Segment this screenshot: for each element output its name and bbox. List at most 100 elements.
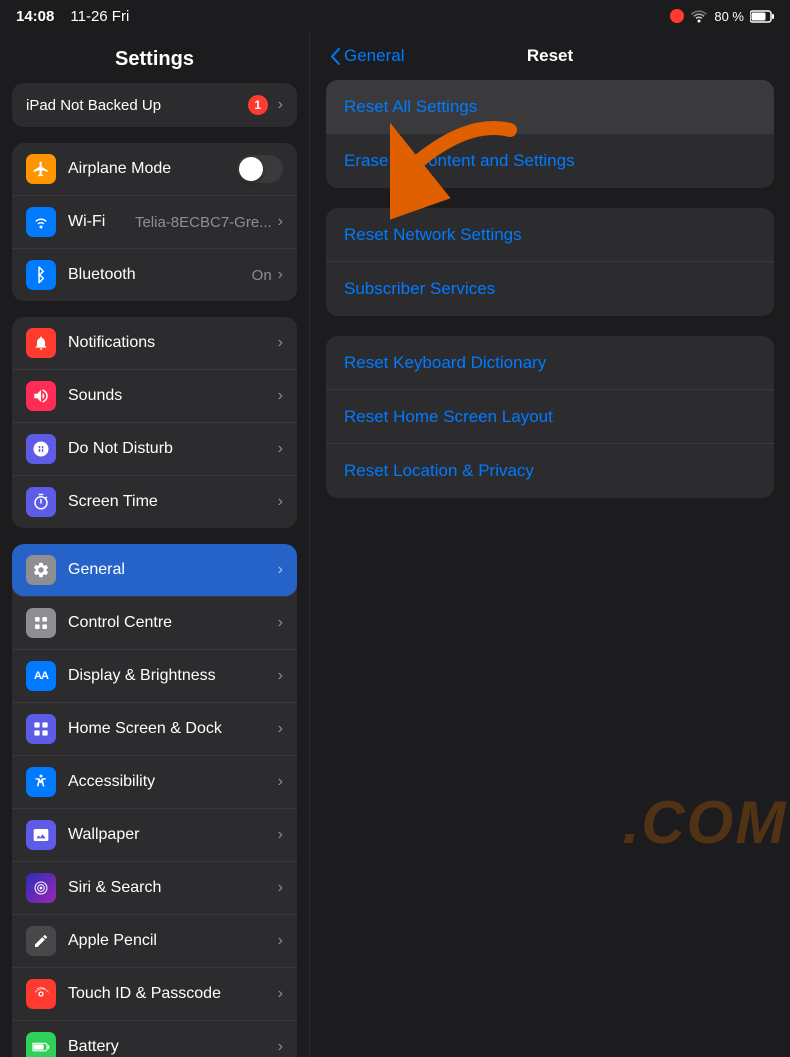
general-icon: [26, 555, 56, 585]
sounds-chevron-icon: ›: [278, 387, 283, 405]
wifi-value: Telia-8ECBC7-Gre...: [135, 214, 272, 231]
siri-chevron-icon: ›: [278, 879, 283, 897]
sounds-label: Sounds: [68, 387, 278, 405]
sidebar-item-wallpaper[interactable]: Wallpaper ›: [12, 809, 297, 862]
screentime-label: Screen Time: [68, 493, 278, 511]
wifi-chevron-icon: ›: [278, 213, 283, 231]
notifications-label: Notifications: [68, 334, 278, 352]
wallpaper-label: Wallpaper: [68, 826, 278, 844]
wallpaper-icon: [26, 820, 56, 850]
notifications-group: Notifications › Sounds › Do Not Disturb …: [12, 317, 297, 528]
touchid-chevron-icon: ›: [278, 985, 283, 1003]
reset-network-settings-label: Reset Network Settings: [344, 225, 522, 245]
nav-bar: General Reset: [310, 32, 790, 80]
sidebar-item-screentime[interactable]: Screen Time ›: [12, 476, 297, 528]
erase-all-content-item[interactable]: Erase All Content and Settings: [326, 134, 774, 188]
sidebar-item-display[interactable]: AA Display & Brightness ›: [12, 650, 297, 703]
sidebar-item-battery[interactable]: Battery ›: [12, 1021, 297, 1057]
status-bar: 14:08 11-26 Fri 80 %: [0, 0, 790, 32]
screentime-icon: [26, 487, 56, 517]
siri-icon: [26, 873, 56, 903]
sidebar-item-accessibility[interactable]: Accessibility ›: [12, 756, 297, 809]
icloud-banner[interactable]: iPad Not Backed Up 1 ›: [12, 83, 297, 127]
notifications-icon: [26, 328, 56, 358]
sidebar-item-touchid[interactable]: Touch ID & Passcode ›: [12, 968, 297, 1021]
battery-label: Battery: [68, 1038, 278, 1056]
notifications-chevron-icon: ›: [278, 334, 283, 352]
icloud-text: iPad Not Backed Up: [26, 97, 238, 114]
general-chevron-icon: ›: [278, 561, 283, 579]
status-time: 14:08: [16, 8, 54, 25]
reset-keyboard-dictionary-label: Reset Keyboard Dictionary: [344, 353, 546, 373]
sidebar-item-donotdisturb[interactable]: Do Not Disturb ›: [12, 423, 297, 476]
reset-home-screen-layout-item[interactable]: Reset Home Screen Layout: [326, 390, 774, 444]
sidebar-item-bluetooth[interactable]: ᛒ Bluetooth On ›: [12, 249, 297, 301]
battery-chevron-icon: ›: [278, 1038, 283, 1056]
back-chevron-icon: [330, 48, 340, 65]
reset-group-3: Reset Keyboard Dictionary Reset Home Scr…: [326, 336, 774, 498]
battery-percent: 80 %: [714, 9, 744, 24]
touchid-label: Touch ID & Passcode: [68, 985, 278, 1003]
toggle-knob: [239, 157, 263, 181]
pencil-chevron-icon: ›: [278, 932, 283, 950]
subscriber-services-item[interactable]: Subscriber Services: [326, 262, 774, 316]
watermark: .COM: [620, 788, 790, 857]
sidebar-title: Settings: [0, 32, 309, 83]
sidebar-item-controlcentre[interactable]: Control Centre ›: [12, 597, 297, 650]
right-panel: General Reset Reset All Settings Erase A…: [310, 32, 790, 1057]
display-icon: AA: [26, 661, 56, 691]
siri-label: Siri & Search: [68, 879, 278, 897]
wifi-settings-icon: [26, 207, 56, 237]
sounds-icon: [26, 381, 56, 411]
wifi-label: Wi-Fi: [68, 213, 135, 231]
sidebar-item-siri[interactable]: Siri & Search ›: [12, 862, 297, 915]
subscriber-services-label: Subscriber Services: [344, 279, 495, 299]
sidebar-item-pencil[interactable]: Apple Pencil ›: [12, 915, 297, 968]
pencil-icon: [26, 926, 56, 956]
airplane-mode-label: Airplane Mode: [68, 160, 237, 178]
pencil-label: Apple Pencil: [68, 932, 278, 950]
nav-back-button[interactable]: General: [330, 46, 404, 66]
homescreen-label: Home Screen & Dock: [68, 720, 278, 738]
bluetooth-label: Bluetooth: [68, 266, 252, 284]
bluetooth-value: On: [252, 267, 272, 284]
accessibility-icon: [26, 767, 56, 797]
sidebar-item-sounds[interactable]: Sounds ›: [12, 370, 297, 423]
icloud-chevron-icon: ›: [278, 96, 283, 114]
homescreen-icon: [26, 714, 56, 744]
bluetooth-chevron-icon: ›: [278, 266, 283, 284]
status-date: 11-26 Fri: [70, 8, 129, 25]
homescreen-chevron-icon: ›: [278, 720, 283, 738]
sidebar-item-general[interactable]: General ›: [12, 544, 297, 597]
connectivity-group: Airplane Mode Wi-Fi Telia-8ECBC7-Gre... …: [12, 143, 297, 301]
sidebar-item-homescreen[interactable]: Home Screen & Dock ›: [12, 703, 297, 756]
reset-network-settings-item[interactable]: Reset Network Settings: [326, 208, 774, 262]
sidebar-item-wifi[interactable]: Wi-Fi Telia-8ECBC7-Gre... ›: [12, 196, 297, 249]
reset-group-2: Reset Network Settings Subscriber Servic…: [326, 208, 774, 316]
reset-all-settings-label: Reset All Settings: [344, 97, 477, 117]
sidebar: Settings iPad Not Backed Up 1 › Airplane…: [0, 32, 310, 1057]
controlcentre-icon: [26, 608, 56, 638]
reset-content: Reset All Settings Erase All Content and…: [310, 80, 790, 498]
airplane-mode-icon: [26, 154, 56, 184]
reset-home-screen-layout-label: Reset Home Screen Layout: [344, 407, 553, 427]
general-group: General › Control Centre › AA Display & …: [12, 544, 297, 1057]
screentime-chevron-icon: ›: [278, 493, 283, 511]
airplane-mode-toggle[interactable]: [237, 155, 283, 183]
nav-title: Reset: [527, 46, 573, 66]
icloud-badge: 1: [248, 95, 268, 115]
reset-location-privacy-item[interactable]: Reset Location & Privacy: [326, 444, 774, 498]
sidebar-item-notifications[interactable]: Notifications ›: [12, 317, 297, 370]
donotdisturb-label: Do Not Disturb: [68, 440, 278, 458]
erase-all-content-label: Erase All Content and Settings: [344, 151, 575, 171]
donotdisturb-chevron-icon: ›: [278, 440, 283, 458]
nav-back-label: General: [344, 46, 404, 66]
display-chevron-icon: ›: [278, 667, 283, 685]
watermark-text: .COM: [623, 788, 788, 857]
reset-location-privacy-label: Reset Location & Privacy: [344, 461, 534, 481]
battery-icon: [750, 10, 774, 23]
sidebar-item-airplane-mode[interactable]: Airplane Mode: [12, 143, 297, 196]
reset-group-1: Reset All Settings Erase All Content and…: [326, 80, 774, 188]
reset-keyboard-dictionary-item[interactable]: Reset Keyboard Dictionary: [326, 336, 774, 390]
reset-all-settings-item[interactable]: Reset All Settings: [326, 80, 774, 134]
